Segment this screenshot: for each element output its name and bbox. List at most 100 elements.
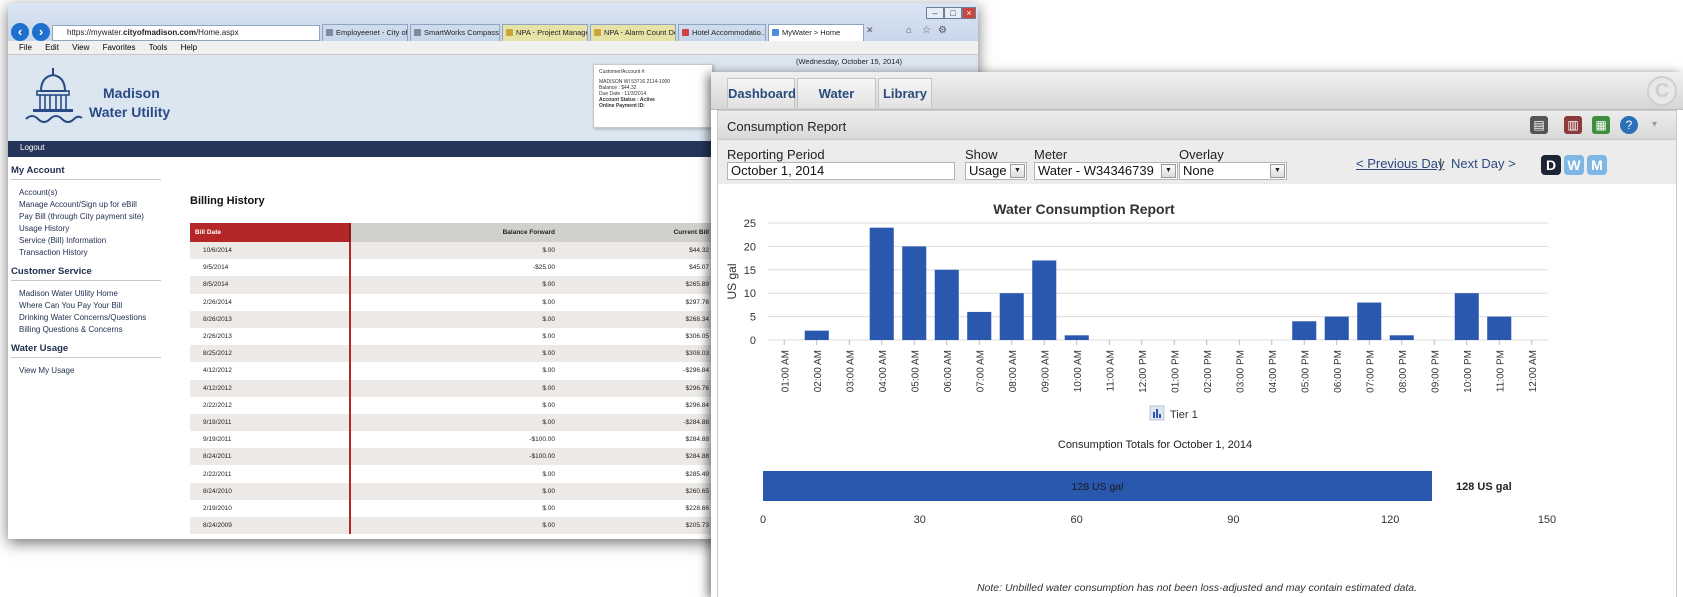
cell-current-bill: $306.05 (564, 327, 719, 346)
browser-tab-active[interactable]: MyWater > Home (768, 24, 864, 41)
print-icon[interactable]: ▤ (1530, 116, 1548, 134)
settings-gear-icon[interactable]: ⚙ (938, 25, 947, 36)
table-row: 8/24/2009 $.00 $205.73 (190, 517, 719, 535)
column-header-balance-forward[interactable]: Balance Forward (350, 223, 565, 242)
y-tick-label: 0 (750, 335, 756, 347)
export-excel-icon[interactable]: ▦ (1592, 116, 1610, 134)
reporting-period-label: Reporting Period (727, 147, 825, 162)
x-tick-label: 10:00 PM (1463, 350, 1474, 393)
monthly-view-button[interactable]: M (1587, 155, 1607, 175)
address-bar[interactable]: https://mywater.cityofmadison.com/Home.a… (52, 25, 320, 41)
nav-link-where-to-pay[interactable]: Where Can You Pay Your Bill (11, 300, 161, 312)
overlay-select[interactable]: None ▼ (1179, 162, 1287, 180)
menu-favorites[interactable]: Favorites (103, 43, 136, 52)
nav-link-manage-account[interactable]: Manage Account/Sign up for eBill (11, 199, 161, 211)
chevron-down-icon[interactable]: ▼ (1010, 164, 1025, 178)
y-tick-label: 15 (744, 265, 756, 277)
forward-icon[interactable]: › (32, 23, 50, 41)
table-row: 8/24/2011 -$100.00 $284.88 (190, 448, 719, 466)
maximize-icon[interactable]: □ (944, 7, 962, 19)
tab-library[interactable]: Library (878, 78, 932, 108)
export-pdf-icon[interactable]: ▥ (1564, 116, 1582, 134)
bar (1292, 321, 1317, 340)
table-row: 8/5/2014 $.00 $265.89 (190, 276, 719, 294)
cell-current-bill: $44.32 (564, 242, 719, 260)
logo-text-line2: Water Utility (89, 104, 171, 120)
tab-water-usage[interactable]: Water Usage (797, 78, 876, 130)
legend-label: Tier 1 (1170, 409, 1198, 421)
back-icon[interactable]: ‹ (11, 23, 29, 41)
browser-tab[interactable]: Employeenet - City of ... (322, 24, 408, 41)
next-day-link[interactable]: Next Day > (1451, 156, 1516, 171)
meter-value: Water - W34346739 (1038, 163, 1154, 178)
tab-dashboard[interactable]: Dashboard (727, 78, 796, 108)
nav-link-view-usage[interactable]: View My Usage (11, 365, 161, 377)
report-title: Consumption Report (727, 119, 847, 134)
column-header-current-bill[interactable]: Current Bill (564, 223, 719, 242)
main-tab-bar: Dashboard Water Usage Library C (711, 72, 1683, 130)
menu-help[interactable]: Help (181, 43, 197, 52)
y-tick-label: 25 (744, 218, 756, 230)
show-select[interactable]: Usage ▼ (965, 162, 1027, 180)
nav-link-utility-home[interactable]: Madison Water Utility Home (11, 288, 161, 300)
x-tick-label: 08:00 PM (1398, 350, 1409, 393)
show-value: Usage (969, 163, 1007, 178)
weekly-view-button[interactable]: W (1564, 155, 1584, 175)
column-header-bill-date[interactable]: Bill Date (190, 223, 351, 242)
table-row: 4/12/2012 $.00 -$296.84 (190, 362, 719, 380)
legend-bar-icon (1159, 414, 1161, 418)
bar (1064, 335, 1089, 340)
x-tick-label: 01:00 AM (780, 350, 791, 392)
nav-link-service-info[interactable]: Service (Bill) Information (11, 235, 161, 247)
cell-current-bill: -$296.84 (564, 362, 719, 380)
cell-current-bill: $296.84 (564, 396, 719, 414)
browser-tab[interactable]: Hotel Accommodatio... (678, 24, 766, 41)
x-tick-label: 03:00 AM (845, 350, 856, 392)
chevron-down-icon[interactable]: ▼ (1270, 164, 1285, 178)
chart-title: Water Consumption Report (993, 201, 1175, 217)
favorites-star-icon[interactable]: ☆ (922, 25, 931, 36)
overlay-value: None (1183, 163, 1215, 178)
meter-select[interactable]: Water - W34346739 ▼ (1034, 162, 1178, 180)
x-tick-label: 11:00 AM (1105, 350, 1116, 392)
home-icon[interactable]: ⌂ (906, 25, 912, 36)
menu-view[interactable]: View (72, 43, 89, 52)
daily-view-button[interactable]: D (1541, 155, 1561, 175)
nav-link-billing-questions[interactable]: Billing Questions & Concerns (11, 324, 161, 336)
cell-balance-forward: $.00 (350, 310, 565, 328)
x-tick-label: 08:00 AM (1008, 350, 1019, 392)
cell-bill-date: 2/22/2012 (190, 396, 351, 414)
nav-link-transaction-history[interactable]: Transaction History (11, 247, 161, 259)
menu-file[interactable]: File (19, 43, 32, 52)
browser-tab[interactable]: NPA - Alarm Count De... (590, 24, 676, 41)
menu-tools[interactable]: Tools (149, 43, 168, 52)
cell-current-bill: $308.03 (564, 345, 719, 363)
table-row: 9/19/2011 -$100.00 $284.88 (190, 431, 719, 449)
table-row: 8/24/2010 $.00 $260.65 (190, 482, 719, 500)
legend-bar-icon (1153, 412, 1155, 418)
browser-tab[interactable]: NPA - Project Manage... (502, 24, 588, 41)
nav-link-accounts[interactable]: Account(s) (11, 187, 161, 199)
nav-link-pay-bill[interactable]: Pay Bill (through City payment site) (11, 211, 161, 223)
collapse-chevron-icon[interactable]: ▾ (1652, 119, 1657, 130)
x-tick-label: 05:00 AM (910, 350, 921, 392)
x-tick-label: 04:00 AM (878, 350, 889, 392)
cell-balance-forward: $.00 (350, 345, 565, 363)
close-tab-icon[interactable]: ✕ (866, 25, 874, 36)
browser-tab[interactable]: SmartWorks Compass -... (410, 24, 500, 41)
menu-edit[interactable]: Edit (45, 43, 59, 52)
close-window-icon[interactable]: × (962, 7, 976, 19)
table-row: 10/6/2014 $.00 $44.32 (190, 242, 719, 260)
nav-link-drinking-water[interactable]: Drinking Water Concerns/Questions (11, 312, 161, 324)
previous-day-link[interactable]: < Previous Day (1356, 156, 1445, 171)
logout-link[interactable]: Logout (20, 143, 44, 152)
x-tick-label: 03:00 PM (1235, 350, 1246, 393)
reporting-period-field[interactable]: October 1, 2014 (727, 162, 955, 180)
nav-link-usage-history[interactable]: Usage History (11, 223, 161, 235)
cell-bill-date: 10/6/2014 (190, 242, 351, 260)
chevron-down-icon[interactable]: ▼ (1161, 164, 1176, 178)
cell-bill-date: 8/24/2010 (190, 482, 351, 500)
bar (902, 246, 927, 340)
help-icon[interactable]: ? (1620, 116, 1638, 134)
minimize-icon[interactable]: – (926, 7, 944, 19)
